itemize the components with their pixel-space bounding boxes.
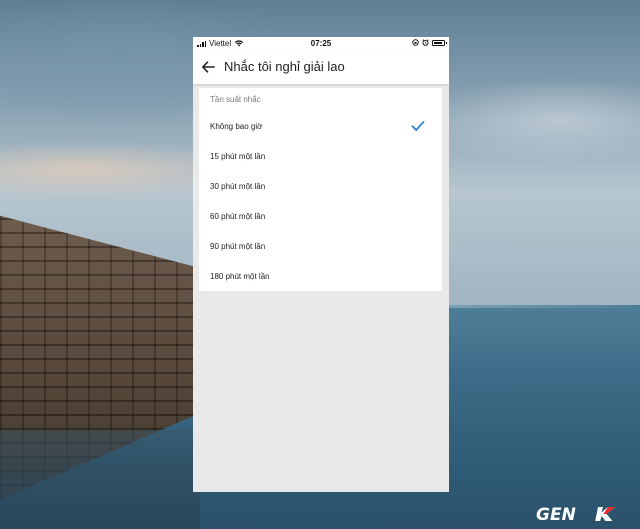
option-label: 90 phút một lần [210,242,266,251]
option-90-min[interactable]: 90 phút một lần [199,232,442,262]
option-30-min[interactable]: 30 phút một lần [199,172,442,202]
back-arrow-icon [202,61,215,73]
phone-screen: Viettel 07:25 Nhắc tôi nghỉ giải lao Tần… [193,37,449,492]
background-wall-reflection [0,430,200,529]
check-icon [411,120,425,131]
option-15-min[interactable]: 15 phút một lần [199,142,442,172]
status-time: 07:25 [310,39,332,48]
option-label: 60 phút một lần [210,212,266,221]
status-right [412,39,447,46]
option-180-min[interactable]: 180 phút một lần [199,262,442,292]
genk-watermark-logo: GEN [536,505,615,524]
back-button[interactable] [199,58,217,76]
frequency-settings-card: Tần suất nhắc Không bao giờ 15 phút một … [199,88,442,291]
option-label: 180 phút một lần [210,272,270,281]
section-label: Tần suất nhắc [210,95,261,104]
option-label: Không bao giờ [210,122,263,131]
option-60-min[interactable]: 60 phút một lần [199,202,442,232]
status-bar: Viettel 07:25 [193,37,449,51]
option-label: 30 phút một lần [210,182,266,191]
svg-text:GEN: GEN [536,505,576,524]
app-bar: Nhắc tôi nghỉ giải lao [193,51,449,84]
alarm-icon [422,39,429,46]
page-title: Nhắc tôi nghỉ giải lao [224,59,345,74]
option-label: 15 phút một lần [210,152,266,161]
lock-rotation-icon [412,39,419,46]
battery-icon [432,39,447,46]
option-never[interactable]: Không bao giờ [199,112,442,142]
